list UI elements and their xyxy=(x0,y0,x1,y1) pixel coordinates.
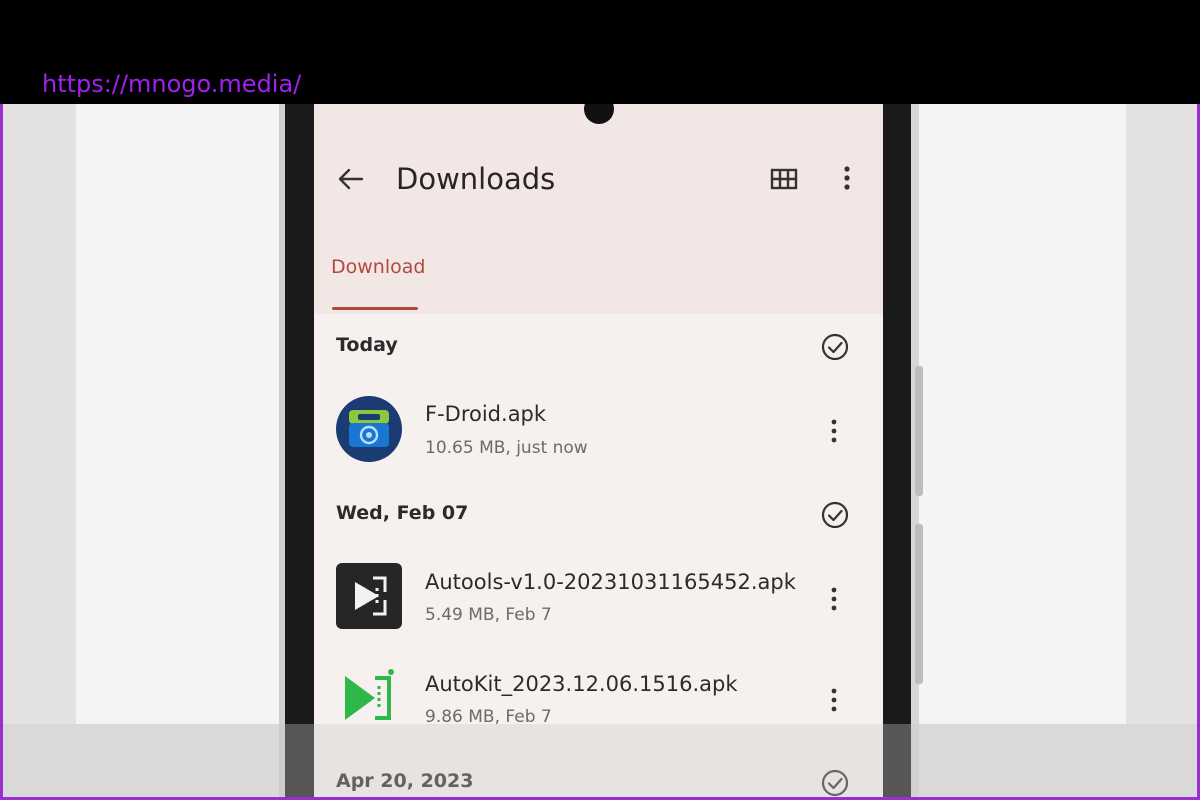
section-header-today: Today xyxy=(336,334,398,356)
page-title: Downloads xyxy=(396,162,556,196)
screenshot-frame: Downloads Download Today F-Droid.apk 10.… xyxy=(0,104,1200,800)
front-camera xyxy=(584,104,614,124)
grid-view-icon[interactable] xyxy=(769,164,799,194)
file-meta: 5.49 MB, Feb 7 xyxy=(425,605,552,625)
tab-indicator xyxy=(332,307,418,310)
browser-top-bar: https://mnogo.media/ xyxy=(0,0,1200,104)
page-url[interactable]: https://mnogo.media/ xyxy=(42,70,301,98)
file-name: F-Droid.apk xyxy=(425,402,547,426)
file-meta: 10.65 MB, just now xyxy=(425,438,588,458)
check-circle-icon[interactable] xyxy=(820,500,850,530)
tab-download[interactable]: Download xyxy=(331,256,425,278)
more-vert-icon[interactable] xyxy=(826,686,842,714)
file-name: AutoKit_2023.12.06.1516.apk xyxy=(425,672,738,696)
volume-button xyxy=(915,366,923,496)
more-vert-icon[interactable] xyxy=(826,585,842,613)
fdroid-app-icon xyxy=(336,396,402,462)
power-button xyxy=(915,524,923,684)
app-bar: Downloads Download xyxy=(314,104,883,314)
more-vert-icon[interactable] xyxy=(839,162,855,194)
section-header-feb-07: Wed, Feb 07 xyxy=(336,502,469,524)
autokit-app-icon xyxy=(345,669,394,720)
check-circle-icon[interactable] xyxy=(820,332,850,362)
arrow-left-icon[interactable] xyxy=(336,164,366,194)
autools-app-icon xyxy=(336,563,402,629)
file-name: Autools-v1.0-20231031165452.apk xyxy=(425,570,796,594)
phone-screen: Downloads Download Today F-Droid.apk 10.… xyxy=(314,104,883,797)
bottom-overlay xyxy=(3,724,1197,797)
more-vert-icon[interactable] xyxy=(826,417,842,445)
